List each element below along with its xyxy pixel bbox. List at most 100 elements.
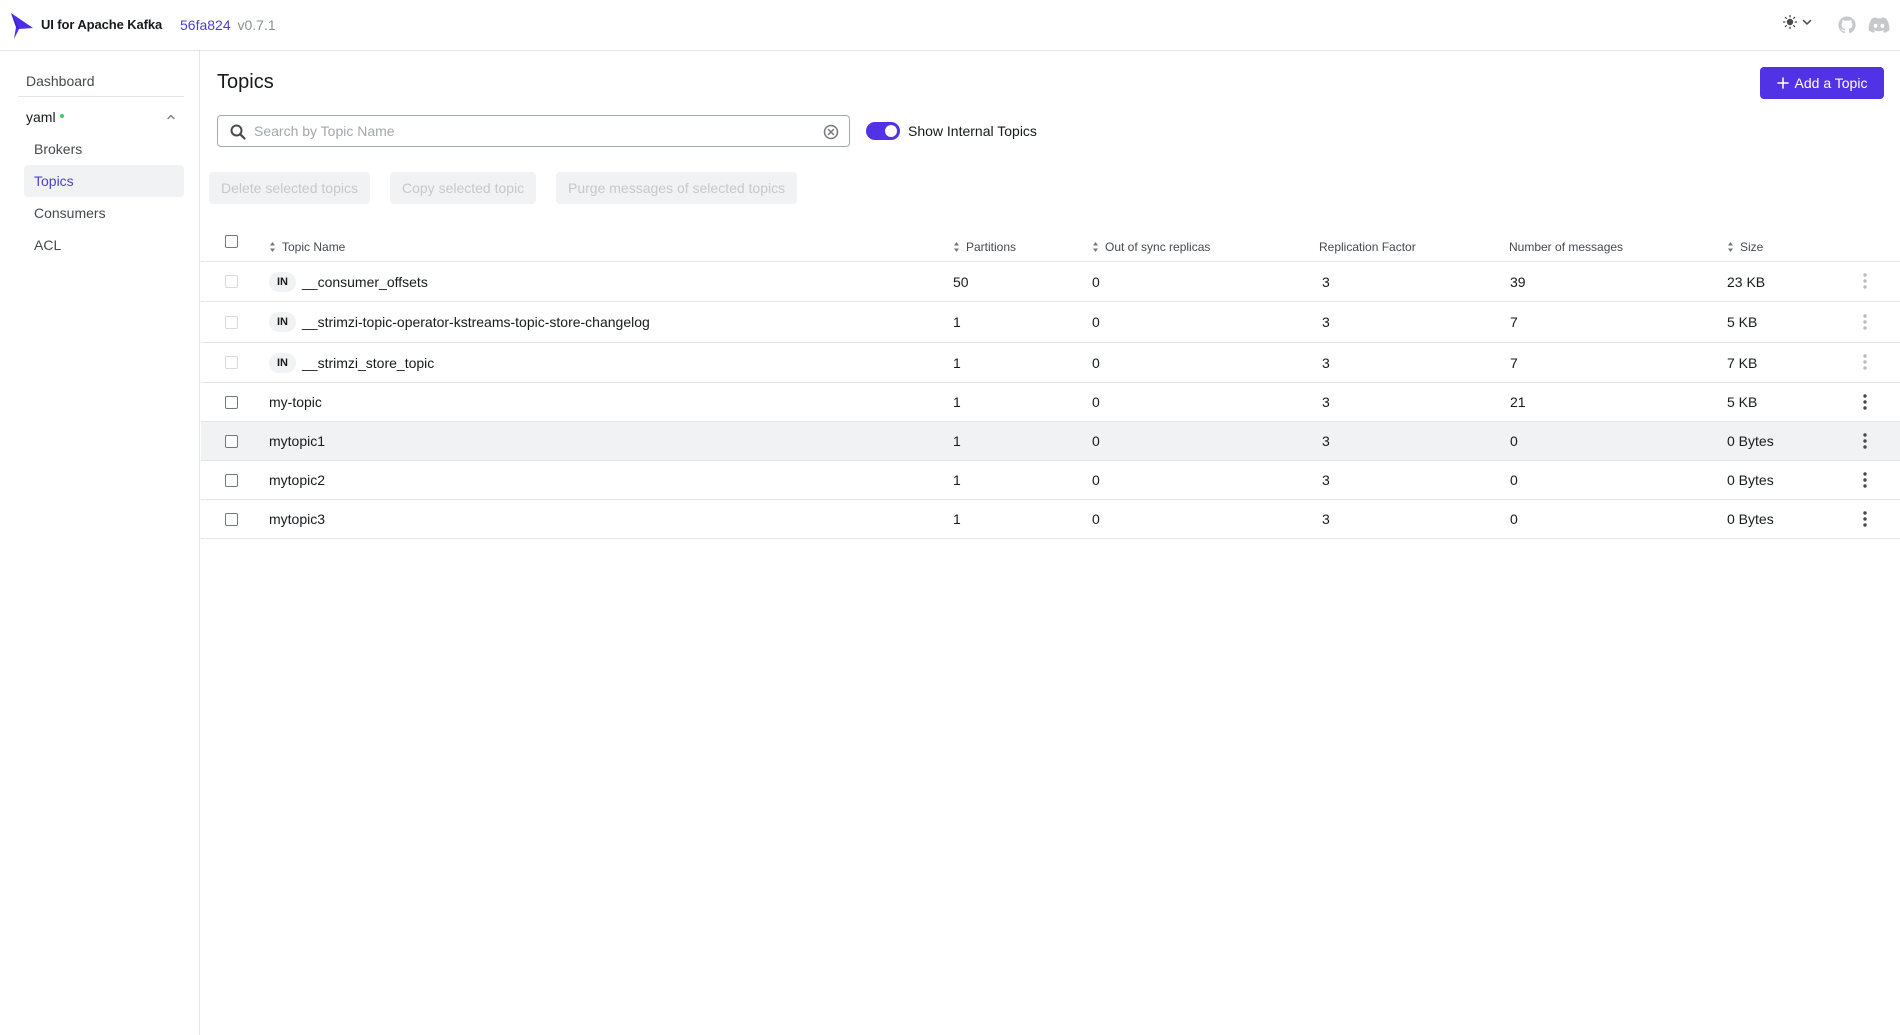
add-topic-label: Add a Topic xyxy=(1794,75,1868,91)
cell-partitions: 50 xyxy=(953,273,969,290)
toggle-knob xyxy=(885,125,897,137)
cell-size: 23 KB xyxy=(1727,273,1766,290)
chevron-down-icon xyxy=(1802,19,1812,26)
row-checkbox[interactable] xyxy=(225,395,238,409)
row-checkbox xyxy=(225,315,238,329)
sidebar-item-brokers[interactable]: Brokers xyxy=(24,133,184,165)
internal-badge: IN xyxy=(269,312,296,332)
row-actions-menu-icon[interactable] xyxy=(1857,312,1873,332)
topic-name-cell: mytopic1 xyxy=(269,422,325,460)
sort-icon xyxy=(954,242,959,252)
topic-name-link[interactable]: __consumer_offsets xyxy=(302,274,428,290)
topic-name-cell: my-topic xyxy=(269,383,322,421)
cell-partitions: 1 xyxy=(953,511,961,527)
select-all-checkbox[interactable] xyxy=(225,235,238,248)
sun-icon xyxy=(1782,14,1798,30)
column-topic-name[interactable]: Topic Name xyxy=(269,232,345,262)
column-partitions-label: Partitions xyxy=(966,240,1017,254)
search-input[interactable] xyxy=(254,117,814,145)
cell-partitions: 1 xyxy=(953,354,961,371)
internal-badge: IN xyxy=(269,352,296,373)
table-row[interactable]: IN __strimzi-topic-operator-kstreams-topi… xyxy=(201,302,1900,343)
cell-messages: 0 xyxy=(1510,433,1518,449)
table-row[interactable]: IN __consumer_offsets 50 0 3 39 23 KB xyxy=(201,262,1900,302)
cell-messages: 0 xyxy=(1510,511,1518,527)
search-box xyxy=(217,115,850,147)
kafka-logo-icon[interactable] xyxy=(10,12,34,40)
topic-name-link[interactable]: __strimzi-topic-operator-kstreams-topic-… xyxy=(302,314,650,330)
row-actions-menu-icon[interactable] xyxy=(1857,392,1873,412)
theme-toggle-button[interactable] xyxy=(1782,14,1813,30)
cell-partitions: 1 xyxy=(953,314,961,330)
delete-selected-topics-button[interactable]: Delete selected topics xyxy=(209,172,370,204)
cell-replication: 3 xyxy=(1322,394,1330,410)
cell-messages: 0 xyxy=(1510,472,1518,488)
column-topic-name-label: Topic Name xyxy=(282,240,346,254)
topic-name-link[interactable]: my-topic xyxy=(269,394,322,410)
column-out-of-sync-replicas[interactable]: Out of sync replicas xyxy=(1092,232,1210,262)
version-info[interactable]: 56fa824 v0.7.1 xyxy=(180,17,276,33)
row-actions-menu-icon[interactable] xyxy=(1857,470,1873,490)
column-replication-factor: Replication Factor xyxy=(1319,232,1416,262)
sidebar-item-acl[interactable]: ACL xyxy=(24,229,184,261)
sidebar-item-topics[interactable]: Topics xyxy=(24,165,184,197)
cell-out-of-sync: 0 xyxy=(1092,314,1100,330)
sort-icon xyxy=(1093,242,1098,252)
copy-selected-topic-button[interactable]: Copy selected topic xyxy=(390,172,537,204)
row-actions-menu-icon[interactable] xyxy=(1857,509,1873,529)
app-title[interactable]: UI for Apache Kafka xyxy=(41,17,162,32)
cell-replication: 3 xyxy=(1322,273,1330,290)
column-partitions[interactable]: Partitions xyxy=(953,232,1016,262)
column-out-of-sync-label: Out of sync replicas xyxy=(1105,240,1211,254)
column-size-label: Size xyxy=(1740,240,1764,254)
cell-size: 5 KB xyxy=(1727,394,1758,410)
topic-name-link[interactable]: __strimzi_store_topic xyxy=(302,355,434,371)
table-row[interactable]: IN __strimzi_store_topic 1 0 3 7 7 KB xyxy=(201,343,1900,383)
cluster-name: yaml xyxy=(26,109,56,125)
row-actions-menu-icon[interactable] xyxy=(1857,271,1873,291)
cell-size: 5 KB xyxy=(1727,314,1758,330)
row-checkbox[interactable] xyxy=(225,473,238,487)
row-actions-menu-icon[interactable] xyxy=(1857,431,1873,451)
topic-name-cell: IN __strimzi_store_topic xyxy=(269,343,434,382)
discord-icon[interactable] xyxy=(1868,15,1890,35)
table-row[interactable]: mytopic2 1 0 3 0 0 Bytes xyxy=(201,461,1900,500)
cell-partitions: 1 xyxy=(953,433,961,449)
column-size[interactable]: Size xyxy=(1727,232,1763,262)
add-topic-button[interactable]: Add a Topic xyxy=(1760,67,1884,99)
cell-size: 0 Bytes xyxy=(1727,433,1774,449)
topic-name-link[interactable]: mytopic2 xyxy=(269,472,325,488)
chevron-up-icon xyxy=(167,114,175,120)
sidebar-item-consumers[interactable]: Consumers xyxy=(24,197,184,229)
version-hash-link[interactable]: 56fa824 xyxy=(180,17,231,33)
cell-replication: 3 xyxy=(1322,472,1330,488)
cell-out-of-sync: 0 xyxy=(1092,273,1100,290)
cell-size: 0 Bytes xyxy=(1727,472,1774,488)
page-title: Topics xyxy=(217,71,274,93)
cell-out-of-sync: 0 xyxy=(1092,511,1100,527)
sidebar-cluster-yaml[interactable]: yaml xyxy=(18,101,184,133)
row-checkbox xyxy=(225,275,238,288)
sort-icon xyxy=(1728,242,1733,252)
sidebar-item-dashboard[interactable]: Dashboard xyxy=(18,65,184,97)
topic-name-link[interactable]: mytopic1 xyxy=(269,433,325,449)
table-row[interactable]: mytopic3 1 0 3 0 0 Bytes xyxy=(201,500,1900,539)
row-actions-menu-icon[interactable] xyxy=(1857,352,1873,372)
clear-search-icon[interactable] xyxy=(823,124,839,140)
show-internal-topics-toggle[interactable] xyxy=(866,122,900,140)
column-replication-label: Replication Factor xyxy=(1319,240,1416,254)
cell-messages: 7 xyxy=(1510,354,1518,371)
table-row[interactable]: mytopic1 1 0 3 0 0 Bytes xyxy=(201,422,1900,461)
show-internal-topics-label: Show Internal Topics xyxy=(908,123,1037,139)
row-checkbox[interactable] xyxy=(225,512,238,526)
plus-icon xyxy=(1776,77,1789,89)
row-checkbox[interactable] xyxy=(225,434,238,448)
cell-partitions: 1 xyxy=(953,394,961,410)
table-row[interactable]: my-topic 1 0 3 21 5 KB xyxy=(201,383,1900,422)
github-icon[interactable] xyxy=(1837,15,1857,35)
topic-name-link[interactable]: mytopic3 xyxy=(269,511,325,527)
topic-name-cell: mytopic2 xyxy=(269,461,325,499)
purge-messages-button[interactable]: Purge messages of selected topics xyxy=(556,172,798,204)
version-tag: v0.7.1 xyxy=(237,17,276,33)
internal-badge: IN xyxy=(269,271,296,292)
